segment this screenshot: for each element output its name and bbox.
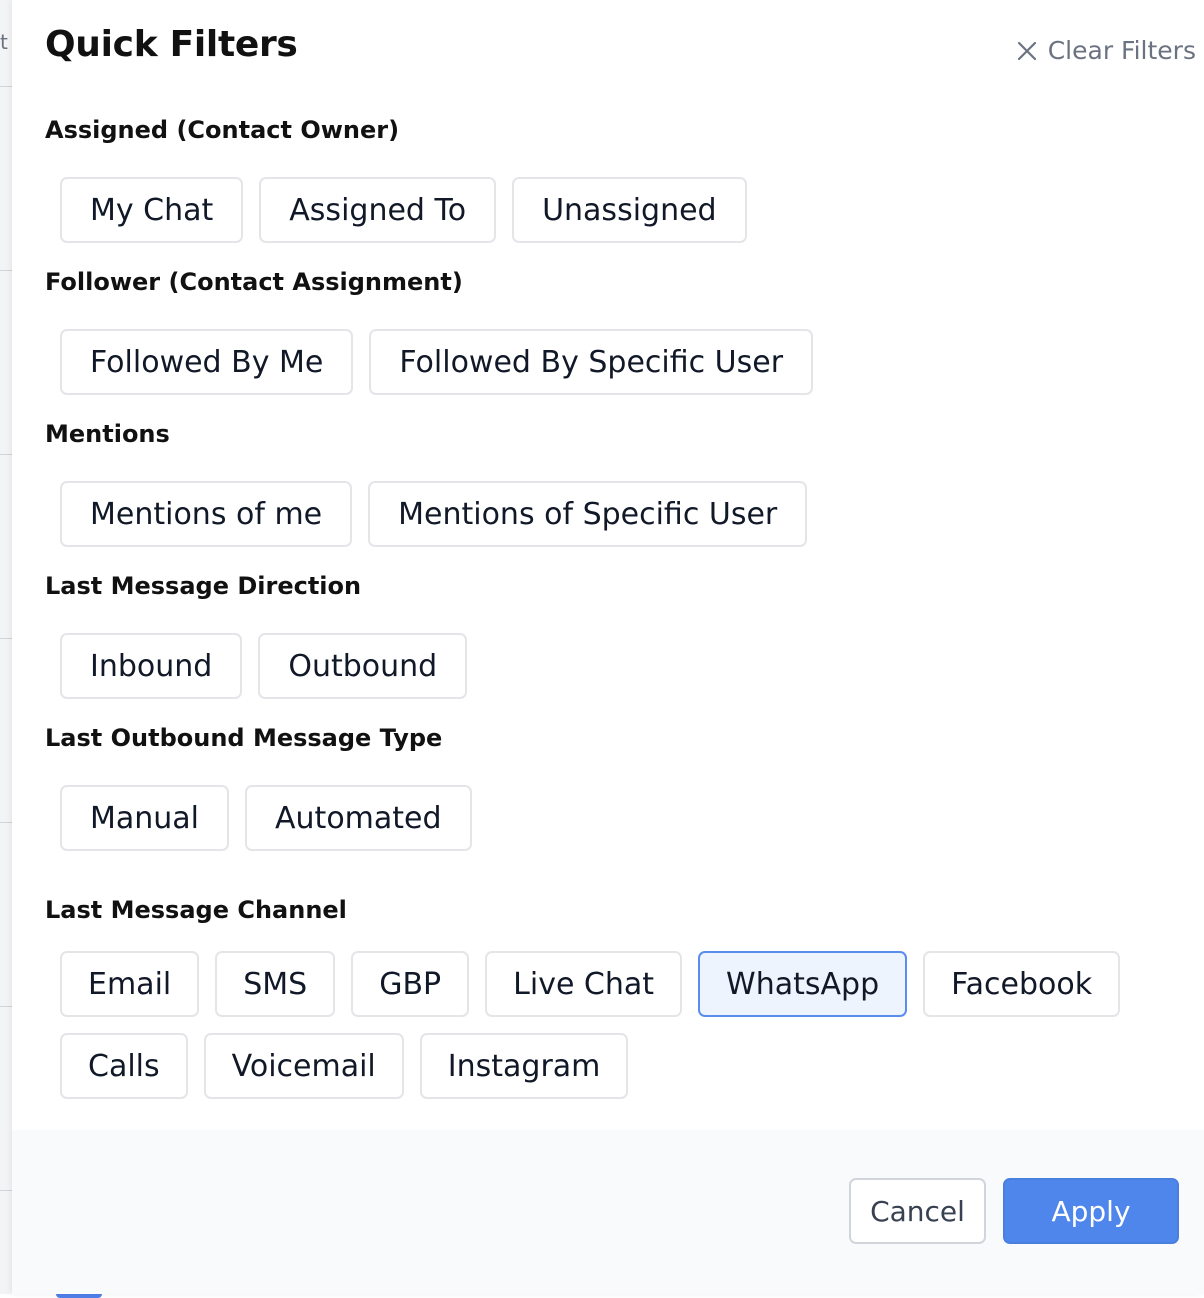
outbound-type-options: Manual Automated — [60, 785, 1180, 851]
section-label-follower: Follower (Contact Assignment) — [45, 268, 463, 296]
filter-chip-inbound[interactable]: Inbound — [60, 633, 243, 699]
background-divider — [0, 454, 12, 455]
filter-chip-voicemail[interactable]: Voicemail — [203, 1033, 404, 1099]
filter-chip-email[interactable]: Email — [60, 951, 200, 1017]
quick-filters-panel: Quick Filters Clear Filters Assigned (Co… — [12, 0, 1204, 1294]
panel-title: Quick Filters — [45, 24, 298, 65]
mentions-options: Mentions of me Mentions of Specific User — [60, 481, 1180, 547]
section-label-channel: Last Message Channel — [45, 896, 347, 924]
filter-chip-outbound[interactable]: Outbound — [258, 633, 468, 699]
follower-options: Followed By Me Followed By Specific User — [60, 329, 1180, 395]
filter-chip-unassigned[interactable]: Unassigned — [512, 177, 747, 243]
filter-chip-live-chat[interactable]: Live Chat — [485, 951, 683, 1017]
filter-chip-my-chat[interactable]: My Chat — [60, 177, 244, 243]
filter-chip-followed-by-specific-user[interactable]: Followed By Specific User — [369, 329, 814, 395]
background-divider — [0, 86, 12, 87]
filter-chip-instagram[interactable]: Instagram — [419, 1033, 629, 1099]
panel-footer: Cancel Apply — [12, 1130, 1204, 1294]
section-label-outbound-type: Last Outbound Message Type — [45, 724, 443, 752]
section-label-direction: Last Message Direction — [45, 572, 362, 600]
filter-chip-followed-by-me[interactable]: Followed By Me — [60, 329, 354, 395]
assigned-options: My Chat Assigned To Unassigned — [60, 177, 1180, 243]
direction-options: Inbound Outbound — [60, 633, 1180, 699]
filter-chip-mentions-of-specific-user[interactable]: Mentions of Specific User — [368, 481, 808, 547]
filter-chip-gbp[interactable]: GBP — [351, 951, 470, 1017]
filter-chip-whatsapp[interactable]: WhatsApp — [698, 951, 908, 1017]
filter-chip-facebook[interactable]: Facebook — [923, 951, 1121, 1017]
filter-chip-calls[interactable]: Calls — [60, 1033, 188, 1099]
clear-filters-label: Clear Filters — [1047, 36, 1196, 65]
filter-chip-assigned-to[interactable]: Assigned To — [259, 177, 497, 243]
section-label-mentions: Mentions — [45, 420, 170, 448]
background-page: t — [0, 0, 12, 1294]
filter-chip-sms[interactable]: SMS — [215, 951, 336, 1017]
clear-filters-button[interactable]: Clear Filters — [1016, 36, 1196, 65]
background-divider — [0, 822, 12, 823]
filter-chip-automated[interactable]: Automated — [245, 785, 472, 851]
background-divider — [0, 1190, 12, 1191]
filter-chip-mentions-of-me[interactable]: Mentions of me — [60, 481, 353, 547]
channel-options: Email SMS GBP Live Chat WhatsApp Faceboo… — [60, 951, 1180, 1099]
apply-button[interactable]: Apply — [1003, 1178, 1179, 1244]
cancel-button[interactable]: Cancel — [849, 1178, 986, 1244]
filter-chip-manual[interactable]: Manual — [60, 785, 230, 851]
background-divider — [0, 270, 12, 271]
background-divider — [0, 1006, 12, 1007]
close-icon — [1016, 40, 1038, 62]
background-divider — [0, 638, 12, 639]
section-label-assigned: Assigned (Contact Owner) — [45, 116, 400, 144]
background-page-text: t — [0, 30, 8, 54]
